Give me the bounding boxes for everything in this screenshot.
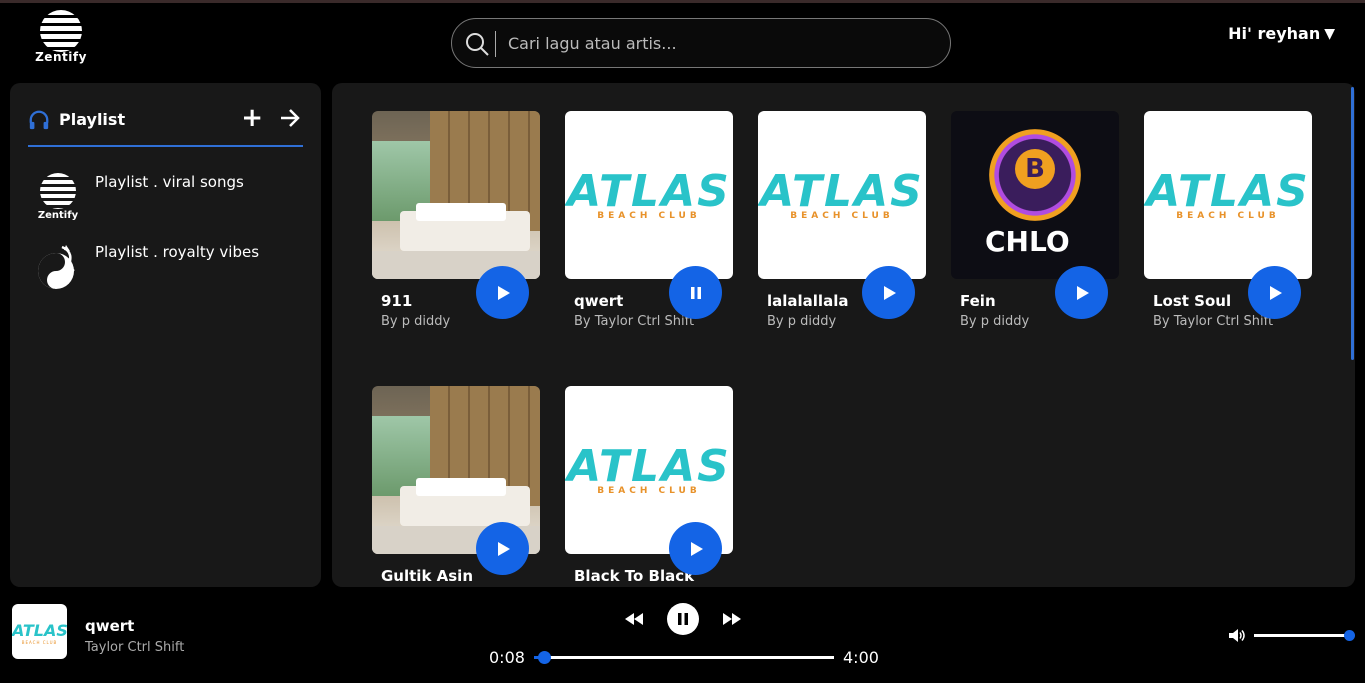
- song-artist: By Taylor Ctrl Shift: [574, 314, 695, 329]
- song-artist: By p diddy: [767, 314, 837, 329]
- play-icon: [1269, 285, 1282, 300]
- play-icon: [690, 541, 703, 556]
- play-button[interactable]: [476, 266, 529, 319]
- album-art-chlo: B CHLO: [951, 111, 1119, 279]
- play-button[interactable]: [669, 522, 722, 575]
- sidebar: Playlist + Zentify Playlist . viral song…: [10, 83, 321, 587]
- progress-knob[interactable]: [537, 651, 551, 664]
- play-button[interactable]: [862, 266, 915, 319]
- pause-button[interactable]: [669, 266, 722, 319]
- song-artist: By p diddy: [381, 314, 451, 329]
- play-icon: [497, 285, 510, 300]
- album-art-hotel-room: [372, 111, 540, 279]
- headphones-icon: [29, 110, 49, 130]
- song-card-gultik-asin[interactable]: Gultik Asin: [372, 386, 540, 585]
- song-card-lost-soul[interactable]: ATLAS BEACH CLUB Lost Soul By Taylor Ctr…: [1144, 111, 1312, 329]
- main-scrollbar[interactable]: [1351, 87, 1354, 360]
- song-card-lalalallala[interactable]: ATLAS BEACH CLUB lalalallala By p diddy: [758, 111, 926, 329]
- play-button[interactable]: [1055, 266, 1108, 319]
- dragon-yin-yang-icon: [38, 245, 75, 289]
- app-logo[interactable]: Zentify: [32, 10, 90, 66]
- user-greeting: Hi' reyhan: [1228, 24, 1321, 43]
- duration: 4:00: [843, 648, 879, 667]
- playlist-item-royalty-vibes[interactable]: Playlist . royalty vibes: [28, 243, 308, 299]
- song-artist: By Taylor Ctrl Shift: [1153, 314, 1274, 329]
- volume-knob[interactable]: [1344, 630, 1355, 641]
- user-menu[interactable]: Hi' reyhan ▼: [1228, 24, 1335, 43]
- play-icon: [497, 541, 510, 556]
- fast-forward-icon[interactable]: [722, 611, 742, 627]
- playlist-header: Playlist +: [28, 105, 303, 147]
- zentify-logo-icon: Zentify: [36, 173, 80, 223]
- volume-icon[interactable]: [1228, 628, 1245, 643]
- now-playing-artist: Taylor Ctrl Shift: [85, 640, 185, 655]
- play-button[interactable]: [476, 522, 529, 575]
- search-bar[interactable]: [451, 18, 951, 68]
- play-icon: [883, 285, 896, 300]
- song-card-qwert[interactable]: ATLAS BEACH CLUB qwert By Taylor Ctrl Sh…: [565, 111, 733, 329]
- zentify-logo-icon: [40, 10, 82, 52]
- playlist-item-viral-songs[interactable]: Zentify Playlist . viral songs: [28, 173, 308, 229]
- top-border: [0, 0, 1365, 3]
- logo-text: Zentify: [35, 50, 87, 64]
- song-artist: By p diddy: [960, 314, 1030, 329]
- play-button[interactable]: [1248, 266, 1301, 319]
- playlist-item-label: Playlist . viral songs: [95, 173, 244, 191]
- arrow-right-icon[interactable]: [279, 107, 301, 129]
- song-card-fein[interactable]: B CHLO Fein By p diddy: [951, 111, 1119, 329]
- main-pause-button[interactable]: [667, 603, 699, 635]
- song-grid: 911 By p diddy ATLAS BEACH CLUB qwert By…: [332, 83, 1355, 587]
- now-playing-title: qwert: [85, 617, 135, 635]
- volume-slider[interactable]: [1254, 630, 1355, 641]
- song-card-911[interactable]: 911 By p diddy: [372, 111, 540, 329]
- current-time: 0:08: [489, 648, 525, 667]
- pause-icon: [690, 286, 701, 299]
- add-playlist-button[interactable]: +: [241, 105, 263, 131]
- progress-bar[interactable]: [534, 651, 834, 664]
- now-playing-art: ATLAS BEACH CLUB: [12, 604, 67, 659]
- playlist-title: Playlist: [59, 110, 126, 129]
- search-input[interactable]: [508, 27, 928, 59]
- album-art-atlas: ATLAS BEACH CLUB: [758, 111, 926, 279]
- pause-icon: [678, 613, 688, 625]
- rewind-icon[interactable]: [624, 611, 644, 627]
- chevron-down-icon: ▼: [1324, 25, 1335, 42]
- search-icon[interactable]: [464, 31, 490, 57]
- song-card-black-to-black[interactable]: ATLAS BEACH CLUB Black To Black: [565, 386, 733, 585]
- playlist-item-label: Playlist . royalty vibes: [95, 243, 260, 261]
- album-art-atlas: ATLAS BEACH CLUB: [1144, 111, 1312, 279]
- album-art-atlas: ATLAS BEACH CLUB: [565, 111, 733, 279]
- play-icon: [1076, 285, 1089, 300]
- search-divider: [495, 31, 496, 57]
